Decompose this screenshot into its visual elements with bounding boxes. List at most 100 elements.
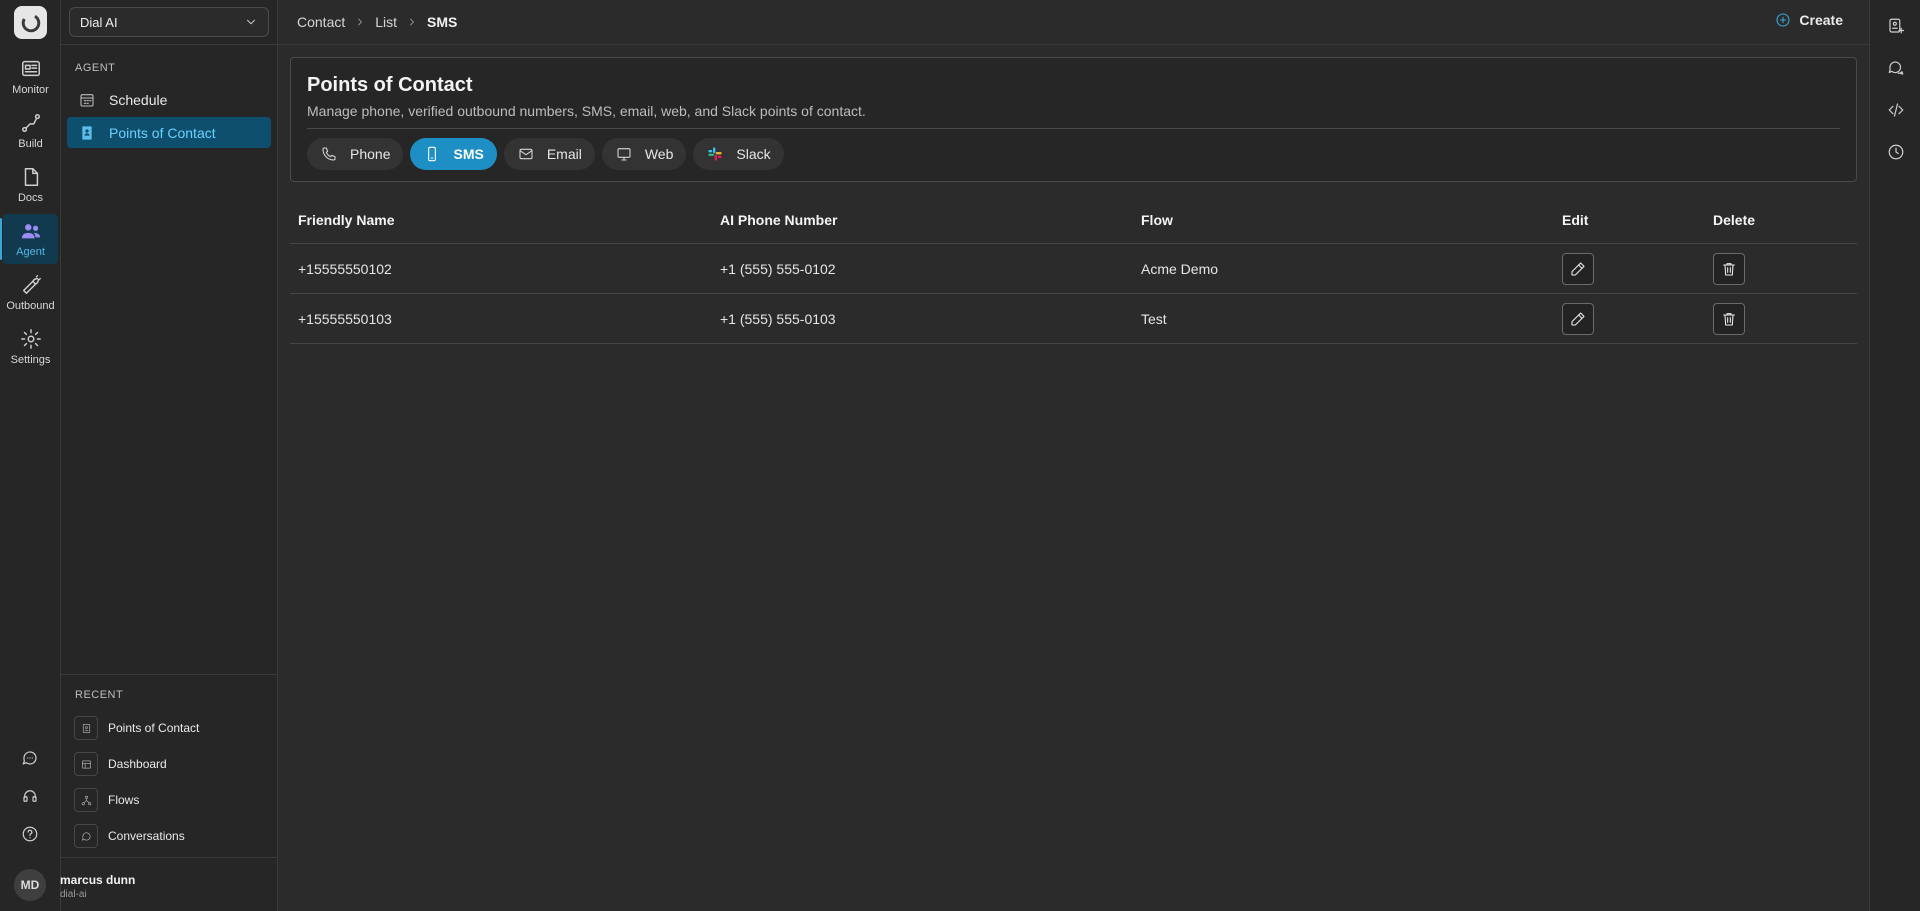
mobile-icon xyxy=(428,146,437,162)
breadcrumb: Contact List SMS xyxy=(297,14,457,30)
secondary-sidebar: Dial AI AGENT Schedule Points of Contact… xyxy=(61,0,278,911)
create-button[interactable]: Create xyxy=(1775,12,1843,28)
table-header-row: Friendly Name AI Phone Number Flow Edit … xyxy=(290,196,1857,244)
monitor-dashboard-icon xyxy=(21,60,40,77)
column-header[interactable]: AI Phone Number xyxy=(712,212,1133,228)
edit-cell xyxy=(1554,302,1705,335)
edit-button[interactable] xyxy=(1562,252,1594,285)
rail-item-docs[interactable]: Docs xyxy=(3,160,58,210)
recent-item-label: Conversations xyxy=(108,829,185,843)
column-header: Delete xyxy=(1713,211,1756,228)
tab-slack[interactable]: Slack xyxy=(693,138,784,170)
flow-cell: Acme Demo xyxy=(1141,260,1219,277)
logo-icon xyxy=(21,13,40,32)
rail-item-settings[interactable]: Settings xyxy=(3,322,58,372)
megaphone-icon xyxy=(22,275,41,294)
contacts-table: Friendly Name AI Phone Number Flow Edit … xyxy=(290,196,1857,344)
ai-phone-number-cell: +1 (555) 555-0102 xyxy=(720,260,836,277)
edit-cell xyxy=(1554,252,1705,285)
recent-item-label: Flows xyxy=(108,793,140,807)
user-name: marcus dunn xyxy=(60,873,136,887)
pencil-icon xyxy=(1571,261,1585,276)
tab-label: SMS xyxy=(453,146,484,162)
dashboard-icon xyxy=(81,759,91,769)
chat-bubble-icon[interactable] xyxy=(21,749,39,767)
recent-item-points-of-contact[interactable]: Points of Contact xyxy=(74,715,199,741)
phone-icon xyxy=(322,147,336,161)
contact-add-icon[interactable] xyxy=(1887,17,1905,35)
org-selector[interactable]: Dial AI xyxy=(69,7,269,37)
column-header: Edit xyxy=(1562,211,1589,228)
delete-cell xyxy=(1705,252,1857,285)
rail-label: Build xyxy=(18,138,43,150)
column-header[interactable]: Friendly Name xyxy=(290,212,712,228)
table-row[interactable]: +15555550103 +1 (555) 555-0103 Test xyxy=(290,294,1857,344)
document-icon xyxy=(24,168,38,186)
tab-web[interactable]: Web xyxy=(601,138,687,170)
flows-icon xyxy=(81,795,91,805)
breadcrumb-contact[interactable]: Contact xyxy=(297,14,345,30)
sidebar-item-points-of-contact[interactable]: Points of Contact xyxy=(67,117,271,148)
sidebar-item-schedule[interactable]: Schedule xyxy=(67,84,271,115)
org-selector-value: Dial AI xyxy=(80,14,118,30)
rail-label: Settings xyxy=(10,354,51,366)
app-logo[interactable] xyxy=(14,6,47,39)
column-header[interactable]: Flow xyxy=(1133,212,1554,228)
recent-item-dashboard[interactable]: Dashboard xyxy=(74,751,167,777)
chat-bubbles-icon[interactable] xyxy=(1887,59,1905,77)
headset-icon[interactable] xyxy=(21,787,39,805)
code-icon[interactable] xyxy=(1887,101,1905,119)
points-of-contact-card: Points of Contact Manage phone, verified… xyxy=(290,57,1857,182)
ai-phone-number-cell: +1 (555) 555-0103 xyxy=(720,310,836,327)
rail-item-agent[interactable]: Agent xyxy=(0,214,58,264)
breadcrumb-list[interactable]: List xyxy=(375,14,397,30)
breadcrumb-current: SMS xyxy=(427,14,458,30)
friendly-name-cell: +15555550103 xyxy=(298,310,392,327)
table-row[interactable]: +15555550102 +1 (555) 555-0102 Acme Demo xyxy=(290,244,1857,294)
tab-label: Email xyxy=(546,146,582,162)
tab-email[interactable]: Email xyxy=(503,138,595,170)
avatar[interactable]: MD xyxy=(14,869,46,901)
chevron-down-icon xyxy=(247,19,255,25)
user-org-slug: dial-ai xyxy=(60,889,87,900)
friendly-name-cell: +15555550102 xyxy=(298,260,392,277)
rail-label: Outbound xyxy=(6,300,55,312)
right-rail xyxy=(1869,0,1920,911)
delete-button[interactable] xyxy=(1713,302,1745,335)
mail-icon xyxy=(519,148,533,160)
pencil-icon xyxy=(1571,311,1585,326)
slack-icon xyxy=(708,147,723,161)
help-circle-icon[interactable] xyxy=(21,825,39,843)
recent-item-label: Points of Contact xyxy=(108,721,200,735)
recent-item-flows[interactable]: Flows xyxy=(74,787,139,813)
page-title: Points of Contact xyxy=(307,74,473,96)
recent-item-conversations[interactable]: Conversations xyxy=(74,823,185,849)
build-nodes-icon xyxy=(21,114,40,132)
rail-item-monitor[interactable]: Monitor xyxy=(3,52,58,102)
rail-item-outbound[interactable]: Outbound xyxy=(3,268,58,318)
page-description: Manage phone, verified outbound numbers,… xyxy=(307,103,866,119)
user-info[interactable]: marcus dunn dial-ai xyxy=(60,873,135,900)
rail-item-build[interactable]: Build xyxy=(3,106,58,156)
clock-icon[interactable] xyxy=(1887,143,1905,161)
recent-item-icon-box xyxy=(74,788,98,812)
recent-item-label: Dashboard xyxy=(108,757,167,771)
rail-label: Docs xyxy=(17,192,44,204)
divider xyxy=(61,857,278,858)
edit-button[interactable] xyxy=(1562,302,1594,335)
contact-book-icon xyxy=(82,723,90,733)
tab-label: Slack xyxy=(736,146,771,162)
divider xyxy=(307,128,1840,129)
section-label-agent: AGENT xyxy=(75,62,116,74)
section-label-recent: RECENT xyxy=(75,689,124,701)
tab-label: Web xyxy=(644,146,674,162)
rail-label: Monitor xyxy=(12,84,49,96)
delete-button[interactable] xyxy=(1713,252,1745,285)
tab-phone[interactable]: Phone xyxy=(307,138,404,170)
tab-sms[interactable]: SMS xyxy=(410,138,497,170)
recent-item-icon-box xyxy=(74,824,98,848)
trash-icon xyxy=(1723,312,1735,326)
top-header: Contact List SMS Create xyxy=(278,0,1869,45)
tab-label: Phone xyxy=(350,146,391,162)
sidebar-item-label: Schedule xyxy=(109,91,168,108)
